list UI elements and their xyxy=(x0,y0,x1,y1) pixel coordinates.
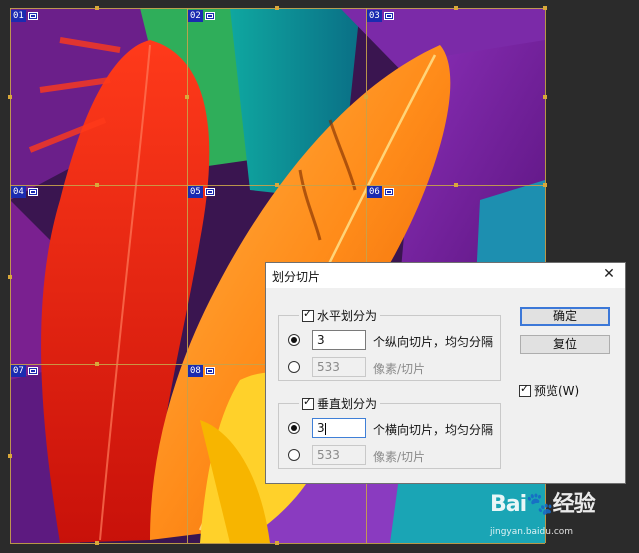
vertical-count-input[interactable]: 3 xyxy=(312,418,366,438)
slice-handle[interactable] xyxy=(95,362,99,366)
slice-handle[interactable] xyxy=(543,6,547,10)
horizontal-divide-legend: 水平划分为 xyxy=(299,307,381,324)
horizontal-count-input[interactable]: 3 xyxy=(312,330,366,350)
vertical-pixel-label: 像素/切片 xyxy=(373,450,426,464)
vertical-divide-checkbox[interactable] xyxy=(302,395,314,410)
slice-badge-04[interactable]: 04 xyxy=(11,186,38,198)
watermark-brand: Bai🐾经验 xyxy=(490,492,596,517)
slice-handle[interactable] xyxy=(364,95,368,99)
reset-button[interactable]: 复位 xyxy=(520,335,610,354)
vertical-divide-group: 垂直划分为 3 个横向切片，均匀分隔 533 像素/切片 xyxy=(278,395,501,469)
slice-handle[interactable] xyxy=(543,183,547,187)
slice-handle[interactable] xyxy=(8,454,12,458)
vertical-pixel-radio[interactable] xyxy=(288,449,300,461)
vertical-count-value: 3 xyxy=(317,421,325,435)
slice-number: 03 xyxy=(367,10,382,22)
slice-handle[interactable] xyxy=(543,95,547,99)
slice-handle[interactable] xyxy=(275,541,279,545)
dialog-title: 划分切片 xyxy=(272,270,321,284)
slice-handle[interactable] xyxy=(275,6,279,10)
horizontal-divide-label: 水平划分为 xyxy=(317,309,378,323)
slice-badge-08[interactable]: 08 xyxy=(188,365,215,377)
divide-slice-dialog: 划分切片 ✕ 水平划分为 3 个纵向切片，均匀分隔 533 像素/切片 垂直划分… xyxy=(265,262,626,484)
slice-handle[interactable] xyxy=(95,183,99,187)
slice-image-icon xyxy=(204,12,215,20)
slice-number: 02 xyxy=(188,10,203,22)
text-caret xyxy=(324,422,326,435)
horizontal-count-radio[interactable] xyxy=(288,334,300,346)
close-icon[interactable]: ✕ xyxy=(601,266,617,282)
slice-badge-02[interactable]: 02 xyxy=(188,10,215,22)
vertical-divide-legend: 垂直划分为 xyxy=(299,395,381,412)
slice-image-icon xyxy=(27,188,38,196)
vertical-count-label: 个横向切片，均匀分隔 xyxy=(373,423,494,437)
vertical-divide-label: 垂直划分为 xyxy=(317,397,378,411)
watermark-url: jingyan.baidu.com xyxy=(490,527,574,537)
horizontal-divide-checkbox[interactable] xyxy=(302,307,314,322)
slice-handle[interactable] xyxy=(8,95,12,99)
dialog-titlebar[interactable]: 划分切片 ✕ xyxy=(266,263,625,288)
horizontal-pixel-radio[interactable] xyxy=(288,361,300,373)
baidu-watermark: Bai🐾经验 jingyan.baidu.com xyxy=(490,486,635,544)
vertical-count-radio[interactable] xyxy=(288,422,300,434)
slice-handle[interactable] xyxy=(8,275,12,279)
slice-image-icon xyxy=(383,188,394,196)
slice-image-icon xyxy=(27,367,38,375)
slice-badge-01[interactable]: 01 xyxy=(11,10,38,22)
slice-number: 06 xyxy=(367,186,382,198)
slice-badge-05[interactable]: 05 xyxy=(188,186,215,198)
slice-image-icon xyxy=(27,12,38,20)
slice-badge-07[interactable]: 07 xyxy=(11,365,38,377)
slice-number: 08 xyxy=(188,365,203,377)
slice-image-icon xyxy=(204,367,215,375)
slice-number: 05 xyxy=(188,186,203,198)
vertical-pixel-input[interactable]: 533 xyxy=(312,445,366,465)
horizontal-pixel-label: 像素/切片 xyxy=(373,362,426,376)
preview-label: 预览(W) xyxy=(534,384,580,398)
slice-number: 04 xyxy=(11,186,26,198)
slice-line-v1[interactable] xyxy=(187,8,188,543)
slice-badge-03[interactable]: 03 xyxy=(367,10,394,22)
paw-icon: 🐾 xyxy=(526,492,553,517)
ok-button[interactable]: 确定 xyxy=(520,307,610,326)
slice-image-icon xyxy=(383,12,394,20)
slice-image-icon xyxy=(204,188,215,196)
slice-handle[interactable] xyxy=(454,183,458,187)
preview-option[interactable]: 预览(W) xyxy=(519,382,579,399)
slice-number: 01 xyxy=(11,10,26,22)
slice-handle[interactable] xyxy=(95,541,99,545)
preview-checkbox[interactable] xyxy=(519,382,531,397)
horizontal-count-label: 个纵向切片，均匀分隔 xyxy=(373,335,494,349)
slice-handle[interactable] xyxy=(95,6,99,10)
slice-number: 07 xyxy=(11,365,26,377)
slice-handle[interactable] xyxy=(275,183,279,187)
horizontal-divide-group: 水平划分为 3 个纵向切片，均匀分隔 533 像素/切片 xyxy=(278,307,501,381)
slice-badge-06[interactable]: 06 xyxy=(367,186,394,198)
horizontal-pixel-input[interactable]: 533 xyxy=(312,357,366,377)
slice-handle[interactable] xyxy=(185,95,189,99)
slice-handle[interactable] xyxy=(454,6,458,10)
